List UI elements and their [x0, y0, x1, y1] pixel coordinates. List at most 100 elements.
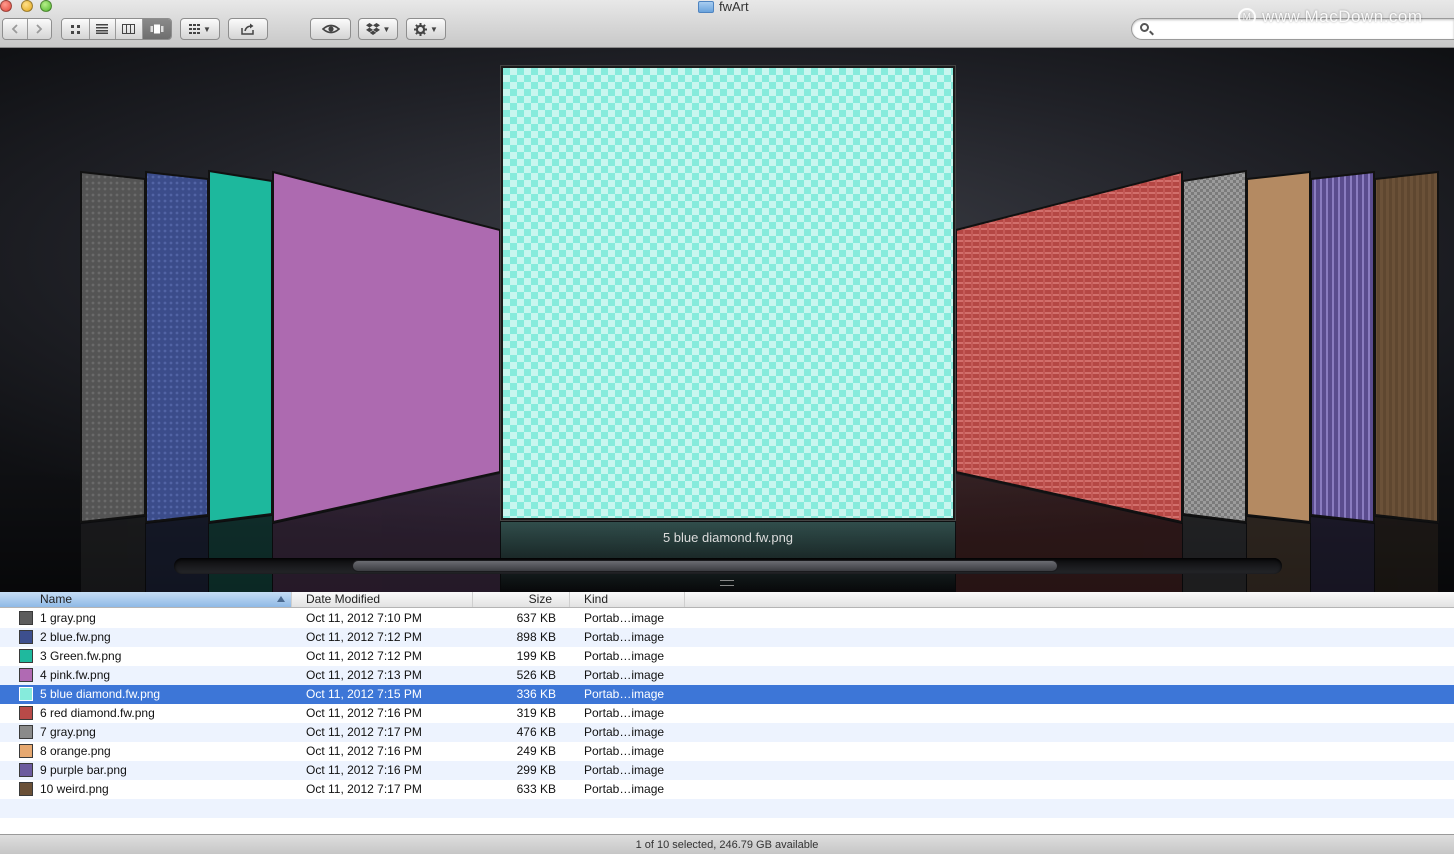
cover-flow-scrollbar[interactable] [174, 558, 1282, 574]
file-size: 637 KB [516, 611, 556, 625]
status-bar: 1 of 10 selected, 246.79 GB available [0, 834, 1454, 854]
image-thumbnail-icon [19, 668, 33, 682]
file-size: 299 KB [516, 763, 556, 777]
table-row[interactable]: 2 blue.fw.png Oct 11, 2012 7:12 PM 898 K… [0, 628, 1454, 647]
column-header-size-label: Size [528, 592, 552, 606]
window-title: fwArt [698, 0, 749, 14]
table-row-selected[interactable]: 5 blue diamond.fw.png Oct 11, 2012 7:15 … [0, 685, 1454, 704]
cover-10-weird[interactable] [1374, 170, 1439, 524]
file-name: 5 blue diamond.fw.png [40, 687, 161, 701]
forward-button[interactable] [27, 19, 51, 39]
image-thumbnail-icon [19, 763, 33, 777]
file-name: 1 gray.png [40, 611, 96, 625]
cover-6-red[interactable] [955, 170, 1183, 524]
list-view-icon [96, 24, 109, 34]
cover-8-orange[interactable] [1246, 170, 1311, 524]
cover-4-pink[interactable] [272, 170, 501, 524]
table-row[interactable]: 4 pink.fw.png Oct 11, 2012 7:13 PM 526 K… [0, 666, 1454, 685]
chevron-left-icon [11, 24, 18, 34]
file-name: 3 Green.fw.png [40, 649, 122, 663]
file-kind: Portab…image [584, 649, 665, 663]
cover-1-gray[interactable] [80, 170, 146, 524]
table-row[interactable]: 10 weird.png Oct 11, 2012 7:17 PM 633 KB… [0, 780, 1454, 799]
file-size: 249 KB [516, 744, 556, 758]
file-name: 4 pink.fw.png [40, 668, 111, 682]
list-view-button[interactable] [89, 19, 117, 39]
file-kind: Portab…image [584, 725, 665, 739]
selected-cover-label: 5 blue diamond.fw.png [662, 530, 794, 545]
file-kind: Portab…image [584, 630, 665, 644]
window-toolbar: fwArt ▼ ▼ ▼ M www.MacDown.com [0, 0, 1454, 48]
cover-flow-scroll-thumb[interactable] [352, 560, 1058, 572]
chevron-down-icon: ▼ [430, 24, 438, 34]
column-view-button[interactable] [116, 19, 143, 39]
column-header-name[interactable]: Name [0, 592, 292, 607]
file-name: 2 blue.fw.png [40, 630, 111, 644]
chevron-down-icon: ▼ [203, 24, 211, 34]
file-name: 8 orange.png [40, 744, 111, 758]
table-row[interactable]: 9 purple bar.png Oct 11, 2012 7:16 PM 29… [0, 761, 1454, 780]
file-kind: Portab…image [584, 782, 665, 796]
back-forward-control [2, 18, 52, 40]
list-header: Name Date Modified Size Kind [0, 592, 1454, 608]
file-name: 7 gray.png [40, 725, 96, 739]
image-thumbnail-icon [19, 744, 33, 758]
image-thumbnail-icon [19, 725, 33, 739]
split-resize-handle[interactable] [720, 580, 734, 586]
cover-5-blue-diamond-selected[interactable] [501, 66, 955, 520]
file-name: 10 weird.png [40, 782, 109, 796]
zoom-window-button[interactable] [40, 0, 52, 12]
file-date: Oct 11, 2012 7:17 PM [306, 725, 422, 739]
table-row[interactable]: 3 Green.fw.png Oct 11, 2012 7:12 PM 199 … [0, 647, 1454, 666]
column-header-kind[interactable]: Kind [570, 592, 685, 607]
minimize-window-button[interactable] [21, 0, 33, 12]
image-thumbnail-icon [19, 630, 33, 644]
close-window-button[interactable] [0, 0, 12, 12]
dropbox-icon [365, 23, 380, 35]
file-date: Oct 11, 2012 7:17 PM [306, 782, 422, 796]
cover-2-blue[interactable] [145, 170, 209, 524]
file-list: 1 gray.png Oct 11, 2012 7:10 PM 637 KB P… [0, 609, 1454, 818]
cover-9-purple[interactable] [1310, 170, 1375, 524]
search-icon [1140, 23, 1149, 32]
arrange-button[interactable]: ▼ [180, 18, 220, 40]
column-header-kind-label: Kind [584, 592, 609, 606]
table-row[interactable]: 6 red diamond.fw.png Oct 11, 2012 7:16 P… [0, 704, 1454, 723]
file-size: 633 KB [516, 782, 556, 796]
action-button[interactable]: ▼ [406, 18, 446, 40]
file-date: Oct 11, 2012 7:15 PM [306, 687, 422, 701]
file-kind: Portab…image [584, 687, 665, 701]
cover-7-gray[interactable] [1182, 169, 1247, 524]
column-view-icon [122, 24, 136, 34]
file-date: Oct 11, 2012 7:12 PM [306, 630, 422, 644]
table-row[interactable]: 8 orange.png Oct 11, 2012 7:16 PM 249 KB… [0, 742, 1454, 761]
chevron-down-icon: ▼ [382, 24, 391, 34]
folder-icon [698, 0, 714, 13]
file-kind: Portab…image [584, 706, 665, 720]
share-icon [241, 23, 254, 35]
file-size: 319 KB [516, 706, 556, 720]
file-kind: Portab…image [584, 763, 665, 777]
column-header-size[interactable]: Size [473, 592, 570, 607]
share-button[interactable] [228, 18, 268, 40]
chevron-right-icon [36, 24, 43, 34]
column-header-date-label: Date Modified [306, 592, 381, 606]
dropbox-button[interactable]: ▼ [358, 18, 398, 40]
gear-icon [414, 22, 428, 36]
eye-icon [321, 24, 340, 34]
coverflow-view-button[interactable] [142, 19, 171, 39]
cover-3-green[interactable] [208, 169, 273, 524]
arrange-grid-icon [189, 24, 201, 34]
table-row[interactable]: 1 gray.png Oct 11, 2012 7:10 PM 637 KB P… [0, 609, 1454, 628]
icon-view-button[interactable] [62, 19, 90, 39]
image-thumbnail-icon [19, 649, 33, 663]
column-header-date[interactable]: Date Modified [292, 592, 473, 607]
file-size: 898 KB [516, 630, 556, 644]
back-button[interactable] [3, 19, 28, 39]
file-date: Oct 11, 2012 7:16 PM [306, 744, 422, 758]
cover-flow-view[interactable]: 5 blue diamond.fw.png [0, 48, 1454, 592]
file-kind: Portab…image [584, 668, 665, 682]
quick-look-button[interactable] [310, 18, 351, 40]
image-thumbnail-icon [19, 782, 33, 796]
table-row[interactable]: 7 gray.png Oct 11, 2012 7:17 PM 476 KB P… [0, 723, 1454, 742]
